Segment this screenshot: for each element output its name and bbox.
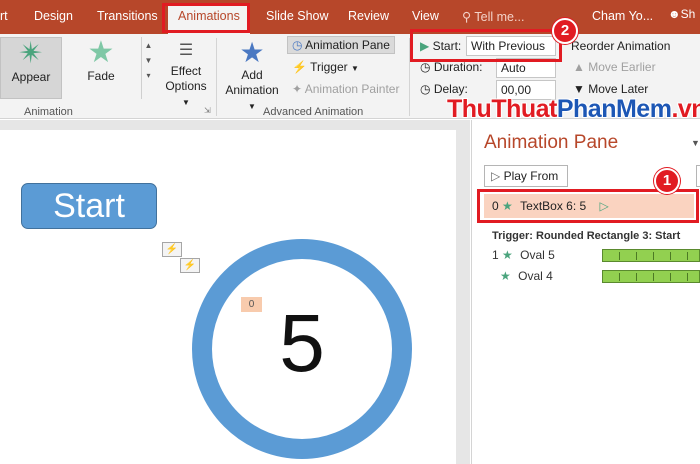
callout-badge-1: 1 bbox=[654, 168, 680, 194]
share-label: Sh bbox=[680, 7, 696, 21]
lightning-icon: ⚡ bbox=[292, 60, 307, 74]
duration-label: ◷ Duration: bbox=[420, 60, 483, 74]
tab-design[interactable]: Design bbox=[34, 9, 73, 23]
pane-extra-button[interactable] bbox=[696, 165, 700, 187]
slide-canvas[interactable]: Start ⚡ ⚡ 5 0 bbox=[0, 130, 456, 464]
lightbulb-icon: ⚲ bbox=[462, 10, 472, 24]
divider bbox=[216, 38, 217, 116]
delay-label: ◷ Delay: bbox=[420, 82, 468, 96]
timeline-bar[interactable] bbox=[602, 270, 700, 283]
trigger-button[interactable]: ⚡ Trigger ▼ bbox=[292, 60, 359, 74]
highlight-selected-item bbox=[477, 189, 699, 223]
start-shape[interactable]: Start bbox=[21, 183, 157, 229]
watermark: ThuThuatPhanMem.vn bbox=[447, 95, 700, 124]
user-name[interactable]: Cham Yo... bbox=[592, 9, 653, 23]
tab-previous[interactable]: rt bbox=[0, 9, 8, 23]
item-order: 1 bbox=[492, 248, 499, 262]
tab-transitions[interactable]: Transitions bbox=[97, 9, 158, 23]
animation-pane-label: Animation Pane bbox=[305, 38, 390, 52]
pane-options-icon[interactable]: ▼ bbox=[691, 138, 700, 148]
delay-label-text: Delay: bbox=[433, 82, 468, 96]
pane-title: Animation Pane bbox=[484, 132, 619, 153]
ribbon-tab-bar: rt Design Transitions Animations Slide S… bbox=[0, 0, 700, 34]
watermark-part-3: .vn bbox=[671, 95, 700, 123]
star-icon: ★ bbox=[502, 248, 513, 262]
appear-animation[interactable]: ✴ Appear bbox=[0, 37, 62, 99]
tab-view[interactable]: View bbox=[412, 9, 439, 23]
callout-badge-2: 2 bbox=[552, 18, 578, 44]
tell-me-search[interactable]: ⚲ Tell me... bbox=[462, 9, 524, 24]
countdown-number[interactable]: 5 bbox=[192, 297, 412, 391]
play-outline-icon: ▷ bbox=[491, 169, 501, 183]
person-icon: ☻ bbox=[668, 7, 681, 21]
tab-review[interactable]: Review bbox=[348, 9, 389, 23]
appear-label: Appear bbox=[11, 70, 51, 84]
trigger-lightning-icon: ⚡ bbox=[162, 242, 182, 257]
share-button[interactable]: ☻Sh bbox=[668, 7, 695, 21]
dropdown-icon: ▼ bbox=[182, 98, 190, 107]
effect-options-label: Effect bbox=[170, 64, 202, 78]
effect-options-button[interactable]: ☰ Effect Options ▼ bbox=[160, 38, 212, 110]
star-burst-icon: ✴ bbox=[18, 37, 44, 70]
up-triangle-icon: ▲ bbox=[573, 60, 585, 74]
star-icon: ★ bbox=[87, 36, 115, 69]
move-later-label: Move Later bbox=[588, 82, 649, 96]
animation-item[interactable]: 1 ★ Oval 5 bbox=[492, 248, 555, 262]
add-animation-label: Add bbox=[241, 68, 263, 82]
clock-icon: ◷ bbox=[420, 60, 431, 74]
add-animation-label-2: Animation bbox=[225, 83, 279, 97]
trigger-label: Trigger bbox=[310, 60, 348, 74]
group-label-advanced: Advanced Animation bbox=[263, 106, 364, 118]
dialog-launcher-icon[interactable]: ⇲ bbox=[204, 106, 211, 115]
dropdown-icon: ▼ bbox=[248, 102, 256, 111]
move-earlier-label: Move Earlier bbox=[588, 60, 656, 74]
move-later-button[interactable]: ▼ Move Later bbox=[573, 82, 648, 96]
dropdown-icon: ▼ bbox=[351, 64, 359, 73]
watermark-part-1: ThuThuat bbox=[447, 95, 557, 123]
animation-item[interactable]: ★ Oval 4 bbox=[500, 269, 553, 283]
star-icon: ★ bbox=[500, 269, 511, 283]
group-label-animation: Animation bbox=[24, 106, 73, 118]
trigger-header: Trigger: Rounded Rectangle 3: Start bbox=[492, 230, 681, 242]
watermark-part-2: PhanMem bbox=[556, 95, 672, 123]
animation-painter-label: Animation Painter bbox=[304, 82, 400, 96]
play-from-button[interactable]: ▷ Play From bbox=[484, 165, 568, 187]
animation-order-tag: 0 bbox=[241, 297, 262, 312]
pane-icon: ◷ bbox=[292, 38, 303, 52]
highlight-start-field bbox=[410, 29, 562, 62]
slide-workarea: Start ⚡ ⚡ 5 0 bbox=[0, 120, 470, 464]
item-name: Oval 5 bbox=[520, 248, 555, 262]
add-star-icon: ★ bbox=[239, 37, 265, 68]
scroll-down-icon: ▼ bbox=[144, 56, 153, 65]
duration-label-text: Duration: bbox=[433, 60, 483, 74]
move-earlier-button[interactable]: ▲ Move Earlier bbox=[573, 60, 656, 74]
play-from-label: Play From bbox=[503, 169, 559, 183]
trigger-lightning-icon: ⚡ bbox=[180, 258, 200, 273]
fade-animation[interactable]: ★ Fade bbox=[66, 37, 136, 99]
add-animation-button[interactable]: ★ Add Animation ▼ bbox=[220, 38, 284, 114]
effect-options-label-2: Options bbox=[165, 79, 207, 93]
more-icon: ▾ bbox=[146, 71, 151, 80]
timeline-bar[interactable] bbox=[602, 249, 700, 262]
tell-me-label: Tell me... bbox=[474, 10, 525, 24]
tab-slide-show[interactable]: Slide Show bbox=[266, 9, 329, 23]
animation-pane-button[interactable]: ◷ Animation Pane bbox=[287, 36, 395, 54]
animation-painter-button[interactable]: ✦ Animation Painter bbox=[292, 82, 399, 96]
painter-icon: ✦ bbox=[292, 82, 303, 96]
down-triangle-icon: ▼ bbox=[573, 82, 585, 96]
clock-icon: ◷ bbox=[420, 82, 431, 96]
reorder-label: Reorder Animation bbox=[571, 39, 671, 53]
scroll-up-icon: ▲ bbox=[144, 41, 153, 50]
item-name: Oval 4 bbox=[518, 269, 553, 283]
fade-label: Fade bbox=[87, 69, 115, 83]
gallery-scroll[interactable]: ▲ ▼ ▾ bbox=[141, 37, 155, 99]
highlight-animations-tab bbox=[162, 3, 250, 33]
list-icon: ☰ bbox=[178, 42, 194, 59]
